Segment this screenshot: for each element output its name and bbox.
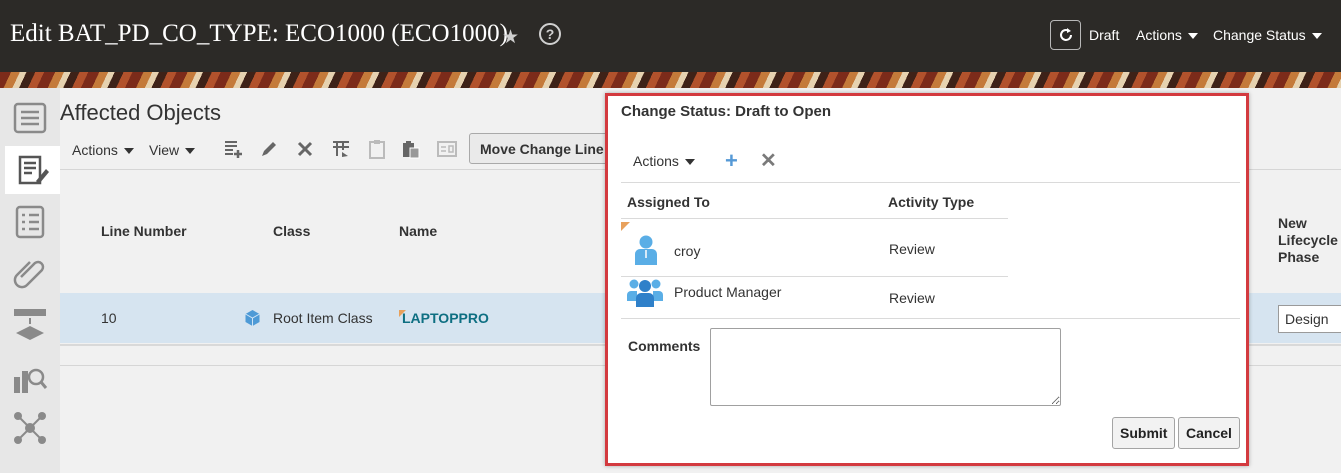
chevron-down-icon (1187, 33, 1198, 40)
network-icon[interactable] (6, 404, 54, 452)
dialog-title: Change Status: Draft to Open (621, 103, 832, 120)
help-icon[interactable]: ? (539, 23, 561, 45)
page-title: Edit BAT_PD_CO_TYPE: ECO1000 (ECO1000) (10, 20, 508, 47)
header-actions-label: Actions (1136, 27, 1182, 43)
column-header-class[interactable]: Class (273, 223, 310, 239)
comments-field[interactable] (710, 328, 1061, 406)
refresh-icon (1059, 28, 1072, 41)
search-analysis-icon[interactable] (6, 354, 54, 402)
assignee-name: croy (674, 243, 701, 259)
column-header-new-lifecycle-phase[interactable]: New Lifecycle Phase (1278, 215, 1338, 266)
item-name-link[interactable]: LAPTOPPRO (402, 310, 489, 326)
lifecycle-phase-field[interactable]: Design (1278, 305, 1341, 333)
structure-icon[interactable] (6, 300, 54, 348)
dialog-toolbar-divider (621, 182, 1240, 183)
dialog-table-bottom-divider (621, 318, 1240, 319)
remove-assignee-icon[interactable]: ✕ (760, 151, 777, 171)
change-status-label: Change Status (1213, 27, 1306, 43)
add-assignee-icon[interactable]: + (725, 150, 738, 172)
left-navigation-rail (0, 88, 60, 473)
group-users-icon (627, 279, 663, 307)
section-title: Affected Objects (60, 100, 222, 125)
dialog-actions-label: Actions (633, 153, 679, 169)
column-header-name[interactable]: Name (399, 223, 437, 239)
activity-type-cell: Review (889, 241, 935, 257)
paste-icon[interactable] (400, 138, 422, 160)
app-header: Edit BAT_PD_CO_TYPE: ECO1000 (ECO1000) ★… (0, 0, 1341, 72)
card-icon (436, 138, 458, 160)
draft-status-label: Draft (1089, 27, 1120, 43)
chevron-down-icon (185, 148, 196, 155)
checklist-icon[interactable] (6, 198, 54, 246)
delete-x-icon[interactable] (294, 138, 316, 160)
cancel-button[interactable]: Cancel (1178, 417, 1240, 449)
favorite-star-icon[interactable]: ★ (502, 26, 519, 49)
column-header-line-number[interactable]: Line Number (101, 223, 187, 239)
user-icon (635, 235, 657, 265)
class-cell: Root Item Class (273, 310, 373, 326)
dialog-row-divider (621, 276, 1008, 277)
chevron-down-icon (123, 148, 134, 155)
change-status-dialog: Change Status: Draft to Open Actions + ✕… (605, 93, 1249, 466)
column-header-assigned-to[interactable]: Assigned To (627, 194, 710, 210)
attachment-icon[interactable] (6, 248, 54, 296)
edit-document-icon[interactable] (5, 146, 60, 194)
cube-icon (245, 310, 260, 326)
assignee-name: Product Manager (674, 284, 782, 300)
dialog-actions-menu[interactable]: Actions (633, 153, 695, 169)
add-row-icon[interactable] (222, 138, 244, 160)
view-menu[interactable]: View (149, 142, 196, 158)
refresh-button[interactable] (1050, 20, 1081, 50)
table-grid-icon[interactable] (330, 138, 352, 160)
overview-icon[interactable] (6, 94, 54, 142)
decorative-banner (0, 72, 1341, 88)
new-row-flag-icon (621, 222, 630, 231)
view-menu-label: View (149, 142, 180, 158)
actions-menu-label: Actions (72, 142, 118, 158)
column-header-activity-type[interactable]: Activity Type (888, 194, 974, 210)
line-number-cell: 10 (101, 310, 117, 326)
header-actions-menu[interactable]: Actions (1136, 27, 1198, 43)
edit-pencil-icon[interactable] (258, 138, 280, 160)
activity-type-cell: Review (889, 290, 935, 306)
chevron-down-icon (684, 159, 695, 166)
submit-button[interactable]: Submit (1112, 417, 1176, 449)
comments-label: Comments (628, 338, 701, 354)
change-status-menu[interactable]: Change Status (1213, 27, 1322, 43)
actions-menu[interactable]: Actions (72, 142, 134, 158)
chevron-down-icon (1311, 33, 1322, 40)
clipboard-icon (366, 138, 388, 160)
dialog-header-divider (621, 218, 1008, 219)
